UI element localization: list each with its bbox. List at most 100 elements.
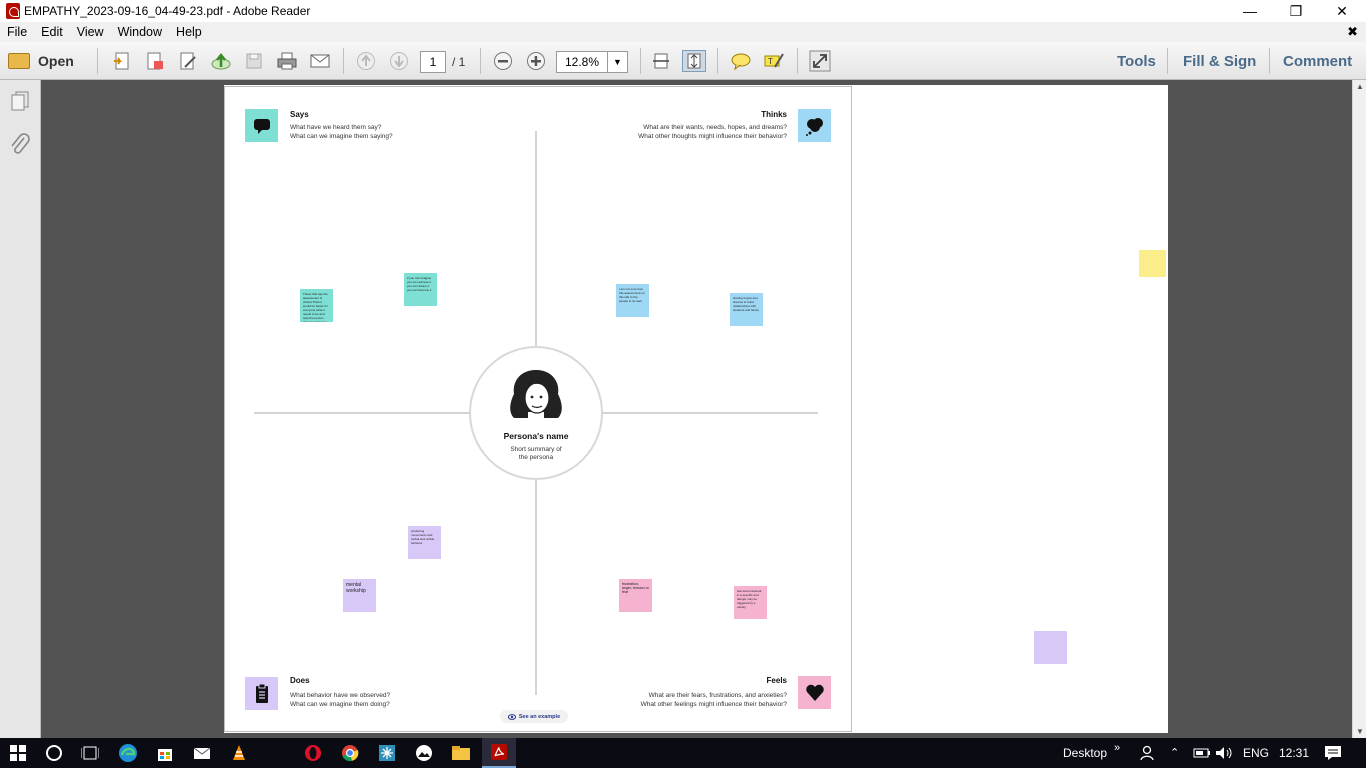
does-question-1: What behavior have we observed?	[290, 692, 391, 699]
thought-cloud-icon	[798, 109, 831, 142]
sticky-note-feels-1[interactable]: frustration, anger, tension or fear	[619, 579, 652, 612]
window-title: EMPATHY_2023-09-16_04-49-23.pdf - Adobe …	[24, 4, 311, 18]
volume-icon[interactable]	[1214, 743, 1234, 763]
notifications-icon[interactable]	[1323, 743, 1343, 763]
highlight-text-icon[interactable]: T	[762, 50, 786, 72]
input-language-indicator[interactable]: ENG	[1243, 746, 1269, 760]
sticky-note-says-1[interactable]: Those that say the assessment is critica…	[300, 289, 333, 322]
chrome-browser-icon[interactable]	[340, 743, 360, 763]
toolbar-divider	[1269, 48, 1270, 74]
says-title: Says	[290, 110, 309, 119]
chevron-down-icon[interactable]: ▼	[607, 52, 627, 72]
menu-file[interactable]: File	[0, 25, 34, 39]
fill-sign-pane-link[interactable]: Fill & Sign	[1183, 53, 1256, 70]
windows-start-icon[interactable]	[8, 743, 28, 763]
email-icon[interactable]	[308, 50, 332, 72]
says-question-2: What can we imagine them saying?	[290, 133, 393, 140]
opera-browser-icon[interactable]	[303, 743, 323, 763]
close-button[interactable]: ✕	[1319, 0, 1365, 22]
does-title: Does	[290, 676, 310, 685]
desktop-toolbar-label[interactable]: Desktop	[1063, 746, 1107, 760]
svg-text:T: T	[768, 57, 773, 66]
comment-pane-link[interactable]: Comment	[1283, 53, 1352, 70]
fit-width-icon[interactable]	[649, 50, 673, 72]
menu-window[interactable]: Window	[111, 25, 169, 39]
see-example-button[interactable]: See an example	[500, 710, 568, 723]
save-icon[interactable]	[242, 50, 266, 72]
close-document-icon[interactable]: ✖	[1347, 24, 1358, 40]
upload-cloud-icon[interactable]	[209, 50, 233, 72]
next-page-icon[interactable]	[387, 50, 411, 72]
feels-title: Feels	[766, 676, 787, 685]
chevron-right-icon[interactable]: »	[1114, 742, 1120, 754]
people-icon[interactable]	[1138, 743, 1158, 763]
restore-button[interactable]: ❐	[1273, 0, 1319, 22]
sticky-note-says-2[interactable]: if you can imagine you can achieve it yo…	[404, 273, 437, 306]
divider-line-right	[603, 412, 818, 414]
sticky-note-feels-2[interactable]: feel sad emotional in a specific and dan…	[734, 586, 767, 619]
previous-page-icon[interactable]	[354, 50, 378, 72]
menu-help[interactable]: Help	[169, 25, 209, 39]
file-explorer-icon[interactable]	[451, 743, 471, 763]
speech-bubble-icon	[245, 109, 278, 142]
sticky-note-icon[interactable]	[729, 50, 753, 72]
toolbar-divider	[343, 48, 344, 74]
system-clock[interactable]: 12:31	[1279, 746, 1309, 760]
persona-summary-line-1: Short summary of	[510, 446, 562, 453]
edit-pdf-icon[interactable]	[176, 50, 200, 72]
divider-line-top	[535, 131, 537, 347]
sticky-note-lavender-blank[interactable]	[1034, 631, 1067, 664]
menu-view[interactable]: View	[70, 25, 111, 39]
zoom-out-icon[interactable]	[491, 50, 515, 72]
pdf-export-icon[interactable]	[143, 50, 167, 72]
snowflake-app-icon[interactable]	[377, 743, 397, 763]
divider-line-bottom	[535, 480, 537, 695]
sticky-note-does-2[interactable]: mental workship	[343, 579, 376, 612]
sticky-note-does-1[interactable]: producing movements and verbal and verba…	[408, 526, 441, 559]
divider-line-left	[254, 412, 469, 414]
store-bag-icon[interactable]	[155, 743, 175, 763]
pages-thumbnail-icon[interactable]	[9, 90, 31, 117]
title-bar: EMPATHY_2023-09-16_04-49-23.pdf - Adobe …	[0, 0, 1366, 22]
toolbar-divider	[480, 48, 481, 74]
folder-icon	[8, 53, 30, 69]
sticky-note-yellow-blank[interactable]	[1139, 250, 1166, 277]
photos-app-icon[interactable]	[414, 743, 434, 763]
zoom-level-select[interactable]: 12.8% ▼	[556, 51, 628, 73]
menu-bar: File Edit View Window Help ✖	[0, 22, 1366, 42]
task-view-icon[interactable]	[80, 743, 100, 763]
toolbar-divider	[640, 48, 641, 74]
show-hidden-icons-chevron-up-icon[interactable]: ⌃	[1170, 746, 1179, 759]
tools-pane-link[interactable]: Tools	[1117, 53, 1156, 70]
toolbar-divider	[717, 48, 718, 74]
print-icon[interactable]	[275, 50, 299, 72]
battery-icon[interactable]	[1192, 743, 1212, 763]
fit-page-icon[interactable]	[682, 50, 706, 72]
adobe-reader-taskbar-icon[interactable]	[482, 738, 516, 768]
does-question-2: What can we imagine them doing?	[290, 701, 390, 708]
search-circle-icon[interactable]	[44, 743, 64, 763]
menu-edit[interactable]: Edit	[34, 25, 70, 39]
create-pdf-icon[interactable]	[110, 50, 134, 72]
persona-name: Persona's name	[503, 431, 569, 441]
minimize-button[interactable]: —	[1227, 0, 1273, 22]
page-number-input[interactable]: 1	[420, 51, 446, 73]
mail-icon[interactable]	[192, 743, 212, 763]
windows-taskbar: Desktop » ⌃ ENG 12:31	[0, 738, 1366, 768]
vlc-cone-icon[interactable]	[229, 743, 249, 763]
scroll-down-icon[interactable]: ▼	[1356, 727, 1364, 736]
zoom-in-icon[interactable]	[524, 50, 548, 72]
sticky-note-thinks-1[interactable]: I am not sure how this assessment on thi…	[616, 284, 649, 317]
sticky-note-thinks-2[interactable]: sharing hopes and dreams to build relati…	[730, 293, 763, 326]
open-button[interactable]: Open	[8, 49, 74, 73]
attachments-paperclip-icon[interactable]	[9, 132, 31, 163]
persona-avatar-icon	[506, 368, 566, 427]
page-total: / 1	[452, 55, 466, 69]
toolbar: Open 1 / 1 12.8% ▼ T Tools Fill & Sign C…	[0, 42, 1366, 80]
edge-browser-icon[interactable]	[118, 743, 138, 763]
toolbar-divider	[97, 48, 98, 74]
scroll-up-icon[interactable]: ▲	[1356, 82, 1364, 91]
persona-summary-line-2: the persona	[518, 454, 554, 461]
full-screen-icon[interactable]	[808, 50, 832, 72]
vertical-scrollbar[interactable]: ▲ ▼	[1352, 80, 1366, 738]
